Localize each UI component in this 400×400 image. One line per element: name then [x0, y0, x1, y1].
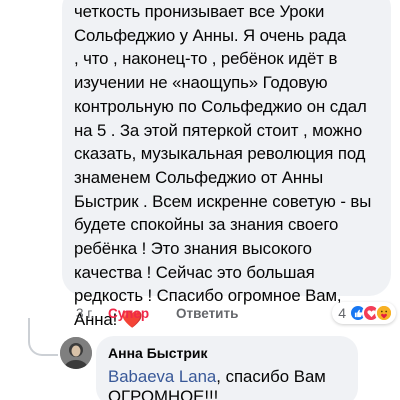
mention-link[interactable]: Babaeva Lana [108, 367, 216, 386]
comment-bubble: четкость пронизывает все Уроки Сольфеджи… [62, 0, 391, 329]
reply-author-name[interactable]: Анна Быстрик [108, 345, 346, 361]
reply-thread-connector [28, 318, 58, 356]
care-reaction-icon [375, 304, 393, 322]
comment-actions: 3 г. Супер Ответить 4 [76, 302, 396, 325]
reply-text: Babaeva Lana, спасибо Вам ОГРОМНОЕ!!! [108, 367, 346, 400]
reaction-count: 4 [338, 305, 346, 321]
reply-text-part: , спасибо Вам [216, 367, 326, 386]
reaction-summary[interactable]: 4 [332, 302, 396, 324]
avatar[interactable] [60, 337, 92, 369]
comment-text: четкость пронизывает все Уроки Сольфеджи… [74, 2, 372, 330]
comment-timestamp[interactable]: 3 г. [76, 306, 94, 321]
reply-bubble: Анна Быстрик Babaeva Lana, спасибо Вам ОГ… [96, 336, 358, 400]
reply-button[interactable]: Ответить [176, 306, 238, 321]
like-button[interactable]: Супер [108, 306, 149, 321]
reply-text-part-2: ОГРОМНОЕ!!! [108, 387, 219, 400]
